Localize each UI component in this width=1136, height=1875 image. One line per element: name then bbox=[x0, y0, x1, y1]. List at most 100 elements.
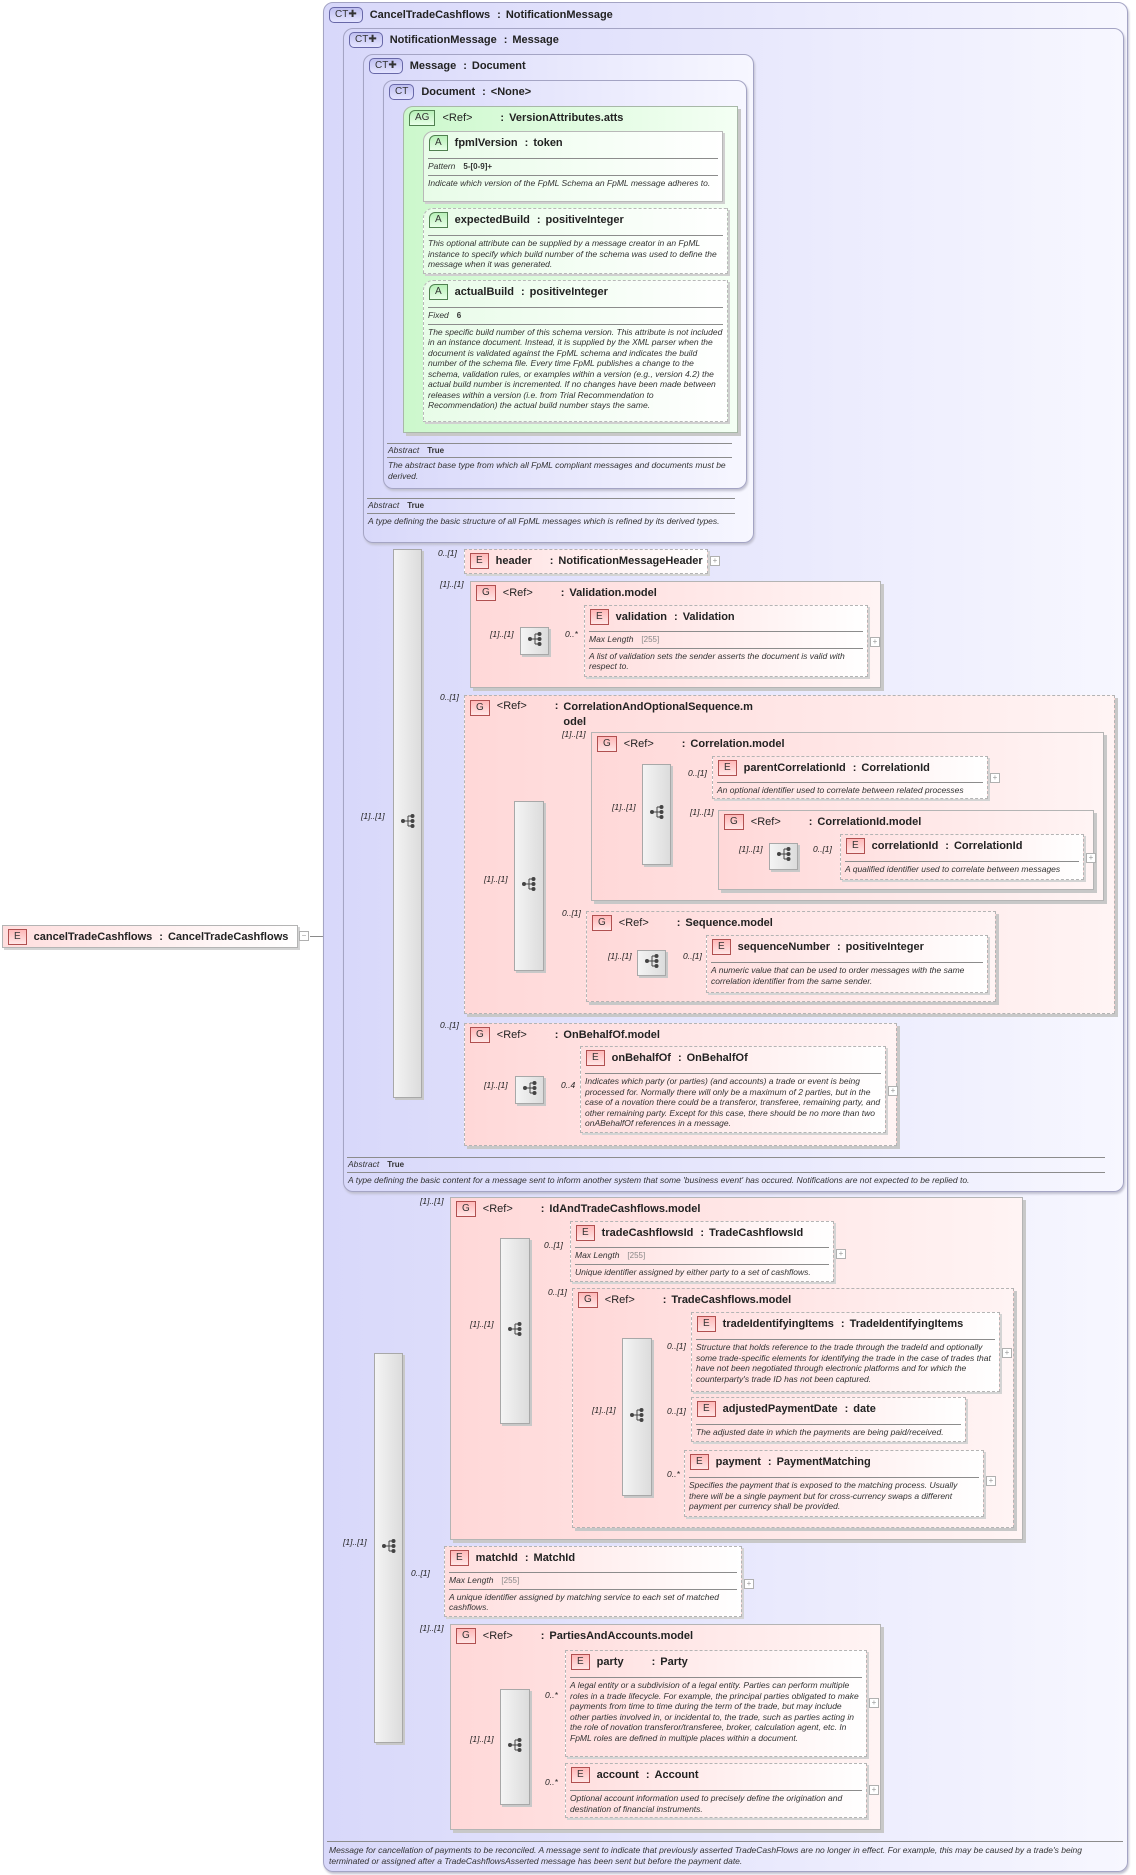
cardinality: 0..[1] bbox=[438, 548, 457, 558]
element-badge: E bbox=[586, 1050, 605, 1066]
separator: : bbox=[503, 34, 508, 46]
sequence-compositor[interactable] bbox=[637, 950, 666, 976]
expand-icon[interactable]: + bbox=[870, 637, 880, 647]
expand-icon[interactable]: + bbox=[888, 1086, 898, 1096]
facet-row: Max Length [255] bbox=[575, 1247, 829, 1264]
element-name: matchId bbox=[475, 1552, 518, 1564]
cardinality: 0..4 bbox=[561, 1080, 576, 1090]
expand-icon[interactable]: + bbox=[744, 1579, 754, 1589]
separator: : bbox=[808, 816, 813, 828]
element-sequenceNumber[interactable]: EsequenceNumber: positiveInteger A numeri… bbox=[706, 935, 988, 993]
sequence-compositor[interactable] bbox=[622, 1338, 652, 1496]
element-correlationId[interactable]: EcorrelationId: CorrelationId A qualified… bbox=[840, 834, 1084, 880]
group-type: OnBehalfOf.model bbox=[563, 1029, 660, 1041]
attribute-fpmlVersion[interactable]: AfpmlVersion: token Pattern 5-[0-9]+ Indic… bbox=[423, 131, 723, 202]
attribute-expectedBuild[interactable]: AexpectedBuild: positiveInteger This opti… bbox=[423, 208, 728, 274]
expand-icon[interactable]: + bbox=[990, 773, 1000, 783]
element-type: NotificationMessageHeader bbox=[558, 555, 703, 567]
attribute-description: Indicate which version of the FpML Schem… bbox=[428, 174, 718, 191]
sequence-compositor[interactable] bbox=[514, 801, 544, 971]
group-badge: G bbox=[470, 700, 490, 716]
attribute-badge: A bbox=[429, 284, 448, 300]
sequence-compositor[interactable] bbox=[769, 843, 798, 870]
collapse-icon[interactable]: − bbox=[299, 931, 309, 941]
group-badge: G bbox=[456, 1628, 476, 1644]
group-type: CorrelationAndOptionalSequence.m odel bbox=[563, 700, 752, 730]
cardinality: [1]..[1] bbox=[612, 802, 636, 812]
element-description: A list of validation sets the sender ass… bbox=[589, 647, 863, 674]
separator: : bbox=[700, 1227, 705, 1239]
separator: : bbox=[836, 941, 841, 953]
expand-icon[interactable]: + bbox=[869, 1785, 879, 1795]
sequence-compositor[interactable] bbox=[393, 549, 422, 1098]
separator: : bbox=[651, 1656, 656, 1668]
sequence-compositor[interactable] bbox=[500, 1238, 530, 1424]
expand-icon[interactable]: + bbox=[869, 1698, 879, 1708]
element-name: tradeCashflowsId bbox=[601, 1227, 694, 1239]
attribute-description: The specific build number of this schema… bbox=[428, 323, 723, 413]
element-badge: E bbox=[576, 1225, 595, 1241]
element-tradeIdentifyingItems[interactable]: EtradeIdentifyingItems: TradeIdentifyingI… bbox=[691, 1312, 1000, 1392]
sequence-icon bbox=[381, 1538, 397, 1559]
element-badge: E bbox=[450, 1550, 469, 1566]
separator: : bbox=[463, 60, 467, 72]
ref-label: <Ref> bbox=[482, 1203, 513, 1215]
group-badge: G bbox=[476, 585, 496, 601]
divider bbox=[367, 513, 735, 514]
attribute-actualBuild[interactable]: AactualBuild: positiveInteger Fixed 6 The … bbox=[423, 280, 728, 422]
sequence-icon bbox=[649, 804, 665, 825]
group-badge: G bbox=[470, 1027, 490, 1043]
element-onBehalfOf[interactable]: EonBehalfOf: OnBehalfOf Indicates which p… bbox=[580, 1046, 886, 1133]
sequence-compositor[interactable] bbox=[500, 1689, 530, 1805]
sequence-compositor[interactable] bbox=[642, 764, 671, 865]
cardinality: 0..[1] bbox=[440, 1020, 459, 1030]
element-type: CancelTradeCashflows bbox=[167, 931, 289, 943]
expand-icon[interactable]: + bbox=[1086, 853, 1096, 863]
element-parentCorrelationId[interactable]: EparentCorrelationId: CorrelationId An op… bbox=[712, 756, 988, 799]
cardinality: 0..[1] bbox=[544, 1240, 563, 1250]
element-type: date bbox=[853, 1403, 876, 1415]
sequence-icon bbox=[629, 1407, 645, 1428]
type-name: NotificationMessage bbox=[389, 34, 497, 46]
element-party[interactable]: Eparty: Party A legal entity or a subdivi… bbox=[565, 1650, 867, 1757]
sequence-compositor[interactable] bbox=[515, 1076, 544, 1104]
sequence-icon bbox=[776, 846, 792, 867]
element-name: sequenceNumber bbox=[737, 941, 830, 953]
element-payment[interactable]: Epayment: PaymentMatching Specifies the p… bbox=[684, 1450, 984, 1517]
attribute-description: This optional attribute can be supplied … bbox=[428, 235, 723, 272]
attribute-badge: A bbox=[429, 212, 448, 228]
sequence-icon bbox=[521, 876, 537, 897]
cardinality: 0..[1] bbox=[548, 1287, 567, 1297]
divider bbox=[347, 1157, 1105, 1158]
group-type-line: odel bbox=[563, 716, 587, 728]
facet-label: Fixed bbox=[428, 310, 449, 320]
group-badge: G bbox=[724, 814, 744, 830]
element-name: cancelTradeCashflows bbox=[33, 931, 153, 943]
sequence-icon bbox=[507, 1321, 523, 1342]
group-type: Validation.model bbox=[569, 587, 657, 599]
sequence-compositor[interactable] bbox=[520, 627, 549, 655]
facet-value: [255] bbox=[627, 1251, 646, 1260]
element-matchId[interactable]: EmatchId: MatchId Max Length [255] A uniqu… bbox=[444, 1546, 742, 1617]
element-type: TradeIdentifyingItems bbox=[849, 1318, 964, 1330]
root-element-cancelTradeCashflows[interactable]: EcancelTradeCashflows: CancelTradeCashflo… bbox=[2, 925, 298, 948]
expand-icon[interactable]: + bbox=[1002, 1348, 1012, 1358]
element-header[interactable]: Eheader: NotificationMessageHeader bbox=[464, 549, 708, 574]
ref-label: <Ref> bbox=[496, 700, 527, 712]
cardinality: 0..* bbox=[545, 1690, 558, 1700]
separator: : bbox=[662, 1294, 667, 1306]
attribute-name: fpmlVersion bbox=[454, 137, 518, 149]
element-tradeCashflowsId[interactable]: EtradeCashflowsId: TradeCashflowsId Max L… bbox=[570, 1221, 834, 1282]
group-badge: G bbox=[592, 915, 612, 931]
expand-icon[interactable]: + bbox=[986, 1476, 996, 1486]
cardinality: 0..[1] bbox=[667, 1406, 686, 1416]
ref-label: <Ref> bbox=[623, 738, 654, 750]
base-type: Message bbox=[512, 34, 559, 46]
element-validation[interactable]: Evalidation: Validation Max Length [255] A… bbox=[584, 605, 868, 677]
element-adjustedPaymentDate[interactable]: EadjustedPaymentDate: date The adjusted d… bbox=[691, 1397, 966, 1442]
sequence-compositor[interactable] bbox=[374, 1353, 403, 1743]
expand-icon[interactable]: + bbox=[710, 556, 720, 566]
expand-icon[interactable]: + bbox=[836, 1249, 846, 1259]
facet-row: Fixed 6 bbox=[428, 307, 723, 324]
element-account[interactable]: Eaccount: Account Optional account inform… bbox=[565, 1763, 867, 1818]
